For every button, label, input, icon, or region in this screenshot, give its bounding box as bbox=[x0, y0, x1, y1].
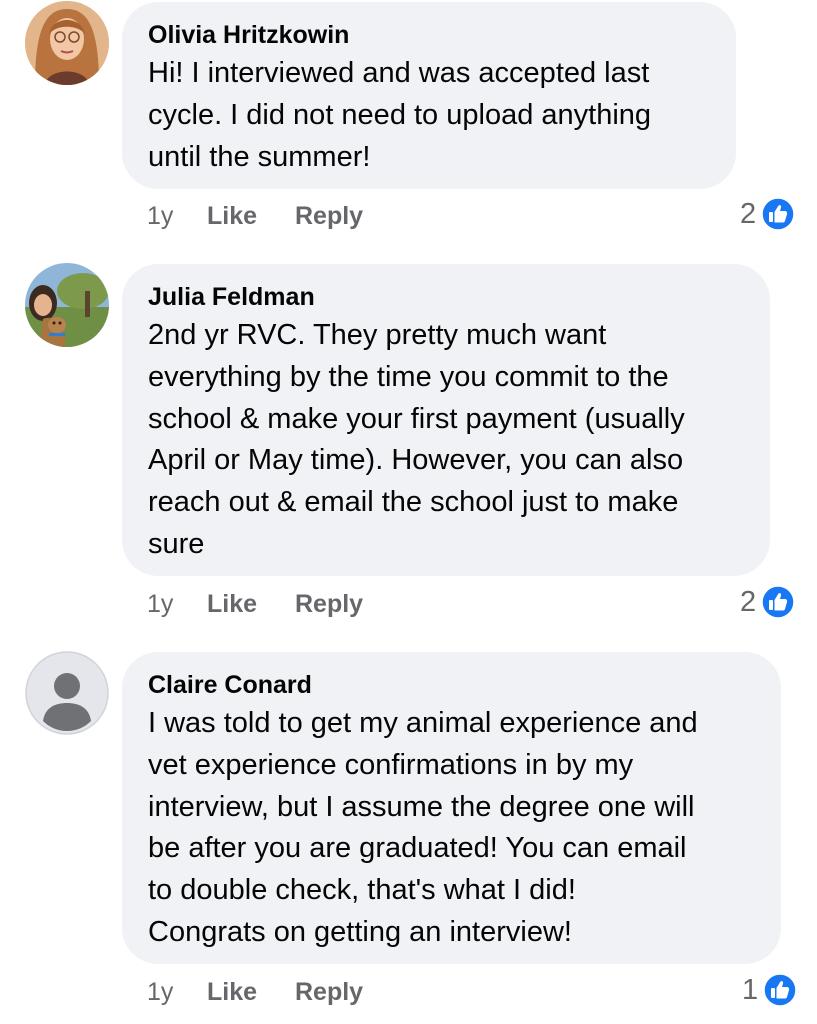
comment-text: I was told to get my animal experience a… bbox=[148, 707, 698, 948]
comment-author[interactable]: Claire Conard bbox=[148, 668, 755, 702]
reply-button[interactable]: Reply bbox=[295, 202, 363, 231]
comment-bubble: Julia Feldman 2nd yr RVC. They pretty mu… bbox=[122, 264, 770, 576]
comment-actions: 1y Like Reply bbox=[147, 199, 363, 233]
like-thumb-icon bbox=[763, 973, 797, 1007]
like-thumb-icon bbox=[761, 197, 795, 231]
comment-actions: 1y Like Reply bbox=[147, 587, 363, 621]
user-photo-icon bbox=[25, 1, 109, 85]
like-thumb-icon bbox=[761, 585, 795, 619]
reaction-summary[interactable]: 2 bbox=[740, 196, 795, 232]
comment-timestamp[interactable]: 1y bbox=[147, 590, 207, 619]
reaction-count: 1 bbox=[742, 973, 759, 1006]
avatar[interactable] bbox=[25, 1, 109, 85]
comment-actions: 1y Like Reply bbox=[147, 975, 363, 1009]
comment-bubble: Claire Conard I was told to get my anima… bbox=[122, 652, 781, 964]
reaction-count: 2 bbox=[740, 585, 757, 618]
reply-button[interactable]: Reply bbox=[295, 978, 363, 1007]
default-avatar-icon bbox=[25, 651, 109, 735]
comment-author[interactable]: Julia Feldman bbox=[148, 280, 744, 314]
comment-author[interactable]: Olivia Hritzkowin bbox=[148, 18, 710, 52]
user-photo-icon bbox=[25, 263, 109, 347]
comment-timestamp[interactable]: 1y bbox=[147, 202, 207, 231]
comment-text: Hi! I interviewed and was accepted last … bbox=[148, 57, 652, 173]
comment-timestamp[interactable]: 1y bbox=[147, 978, 207, 1007]
reply-button[interactable]: Reply bbox=[295, 590, 363, 619]
reaction-count: 2 bbox=[740, 197, 757, 230]
like-button[interactable]: Like bbox=[207, 590, 295, 619]
reaction-summary[interactable]: 2 bbox=[740, 584, 795, 620]
comment-text: 2nd yr RVC. They pretty much want everyt… bbox=[148, 319, 685, 560]
avatar[interactable] bbox=[25, 263, 109, 347]
reaction-summary[interactable]: 1 bbox=[742, 972, 797, 1008]
like-button[interactable]: Like bbox=[207, 978, 295, 1007]
comment-bubble: Olivia Hritzkowin Hi! I interviewed and … bbox=[122, 2, 736, 189]
avatar[interactable] bbox=[25, 651, 109, 735]
like-button[interactable]: Like bbox=[207, 202, 295, 231]
